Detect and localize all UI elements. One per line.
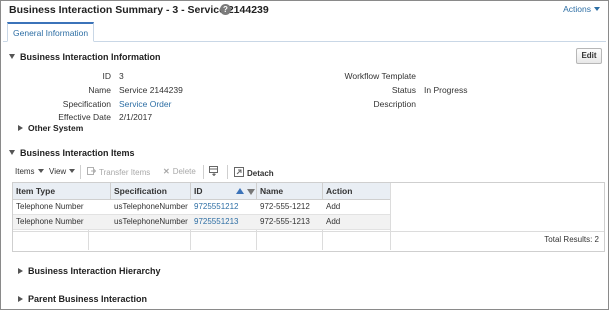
cell-id-link[interactable]: 9725551213: [191, 215, 239, 230]
specification-link[interactable]: Service Order: [119, 99, 171, 109]
cell-action: Add: [326, 202, 341, 211]
transfer-icon: [87, 167, 97, 175]
chevron-down-icon: [594, 7, 600, 11]
transfer-items-button[interactable]: Transfer Items: [87, 167, 150, 177]
section-title: Business Interaction Information: [20, 52, 161, 62]
column-divider: [322, 230, 323, 250]
table-footer-divider: [13, 231, 604, 232]
transfer-items-label: Transfer Items: [99, 168, 151, 177]
filter-icon[interactable]: [209, 166, 219, 178]
sort-ascending-icon[interactable]: [236, 188, 244, 194]
field-label-specification: Specification: [62, 99, 111, 109]
cell-action: Add: [326, 217, 341, 226]
column-header-item-type[interactable]: Item Type: [13, 183, 111, 200]
section-business-interaction-items[interactable]: Business Interaction Items: [9, 148, 135, 158]
section-parent-business-interaction[interactable]: Parent Business Interaction: [18, 294, 147, 304]
column-header-action[interactable]: Action: [323, 183, 391, 200]
field-label-effective-date: Effective Date: [58, 112, 111, 122]
cell-item-type: Telephone Number: [16, 217, 84, 226]
field-value-id: 3: [119, 71, 124, 81]
tab-general-information[interactable]: General Information: [7, 22, 95, 42]
expand-triangle-icon: [18, 296, 23, 302]
section-title: Business Interaction Items: [20, 148, 135, 158]
items-menu[interactable]: Items: [15, 167, 44, 176]
edit-button[interactable]: Edit: [576, 48, 602, 64]
cell-specification: usTelephoneNumber: [114, 202, 188, 211]
delete-label: Delete: [172, 167, 196, 176]
actions-menu[interactable]: Actions: [563, 4, 600, 14]
field-label-description: Description: [373, 99, 416, 109]
collapse-triangle-icon: [9, 54, 15, 59]
table-row[interactable]: Telephone Number usTelephoneNumber 97255…: [13, 215, 391, 230]
field-value-effective-date: 2/1/2017: [119, 112, 153, 122]
view-menu-label: View: [49, 167, 67, 176]
column-divider: [190, 230, 191, 250]
chevron-down-icon: [69, 169, 76, 173]
section-title: Parent Business Interaction: [28, 294, 148, 304]
freeze-columns-icon: [209, 166, 218, 177]
chevron-down-icon: [37, 169, 44, 173]
sort-descending-icon[interactable]: [247, 189, 255, 195]
column-divider: [88, 230, 89, 250]
cell-id-link[interactable]: 9725551212: [191, 200, 239, 215]
expand-triangle-icon: [18, 268, 23, 274]
section-title: Other System: [28, 123, 84, 133]
section-business-interaction-information[interactable]: Business Interaction Information: [9, 52, 161, 62]
field-label-id: ID: [102, 71, 112, 81]
field-label-status: Status: [391, 85, 416, 95]
column-header-specification[interactable]: Specification: [111, 183, 191, 200]
detach-label: Detach: [247, 169, 274, 178]
detach-icon: [234, 167, 244, 177]
cell-specification: usTelephoneNumber: [114, 217, 188, 226]
total-results: Total Results: 2: [544, 235, 599, 244]
toolbar-divider: [227, 165, 228, 179]
column-header-name[interactable]: Name: [257, 183, 323, 200]
cell-name: 972-555-1213: [260, 217, 310, 226]
field-value-name: Service 2144239: [119, 85, 183, 95]
column-divider: [390, 183, 391, 250]
detach-button[interactable]: Detach: [234, 167, 274, 178]
table-row[interactable]: Telephone Number usTelephoneNumber 97255…: [13, 200, 391, 215]
question-icon[interactable]: ?: [220, 4, 231, 15]
column-divider: [256, 230, 257, 250]
tab-bar: General Information: [3, 22, 606, 42]
section-business-interaction-hierarchy[interactable]: Business Interaction Hierarchy: [18, 266, 161, 276]
section-other-system[interactable]: Other System: [18, 123, 83, 133]
cell-name: 972-555-1212: [260, 202, 310, 211]
toolbar-divider: [80, 165, 81, 179]
field-value-status: In Progress: [424, 85, 468, 95]
table-header: Item Type Specification ID Name Action: [13, 183, 391, 200]
expand-triangle-icon: [18, 125, 23, 131]
delete-icon: ✕: [163, 167, 170, 176]
delete-button[interactable]: ✕ Delete: [163, 167, 196, 176]
collapse-triangle-icon: [9, 150, 15, 155]
field-label-workflow-template: Workflow Template: [344, 71, 417, 81]
section-title: Business Interaction Hierarchy: [28, 266, 161, 276]
items-menu-label: Items: [15, 167, 35, 176]
view-menu[interactable]: View: [49, 167, 76, 176]
page-frame: Business Interaction Summary - 3 - Servi…: [0, 0, 609, 310]
actions-label: Actions: [563, 4, 591, 14]
toolbar-divider: [203, 165, 204, 179]
cell-item-type: Telephone Number: [16, 202, 84, 211]
field-label-name: Name: [88, 85, 111, 95]
items-table: Item Type Specification ID Name Action T…: [12, 182, 605, 252]
